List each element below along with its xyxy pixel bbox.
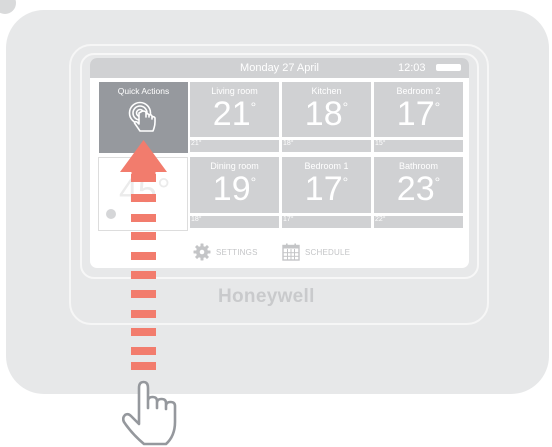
thermostat-illustration: Monday 27 April 12:03 Quick Actions Livi… [0, 0, 552, 447]
touch-icon [128, 101, 156, 132]
zone-tile-kitchen[interactable]: Kitchen 18° [282, 82, 371, 137]
zone-tile-living-room[interactable]: Living room 21° [190, 82, 279, 137]
zone-tile-bedroom-2[interactable]: Bedroom 2 17° [374, 82, 463, 137]
battery-icon [436, 64, 461, 71]
zone-temperature: 19° [212, 170, 257, 208]
zone-setpoint-strip: 18° [282, 140, 371, 152]
quick-actions-label: Quick Actions [117, 86, 170, 96]
settings-label: SETTINGS [216, 247, 258, 257]
zone-setpoint: 17° [283, 216, 294, 223]
zone-setpoint: 18° [191, 216, 202, 223]
zone-setpoint-strip: 22° [374, 216, 463, 228]
zone-setpoint: 21° [191, 140, 202, 147]
arrow-up-icon [120, 140, 167, 174]
zone-temperature: 23° [396, 170, 441, 208]
zone-temperature: 21° [212, 95, 257, 133]
zone-temperature: 17° [396, 95, 441, 133]
zone-tile-bedroom-1[interactable]: Bedroom 1 17° [282, 157, 371, 213]
zone-setpoint-strip: 17° [282, 216, 371, 228]
status-time: 12:03 [398, 62, 426, 74]
zone-setpoint: 18° [283, 140, 294, 147]
indicator-dot [106, 209, 116, 219]
zone-temperature: 17° [304, 170, 349, 208]
zone-setpoint: 22° [375, 216, 386, 223]
arrow-dash [131, 290, 156, 298]
arrow-dash [131, 252, 156, 260]
zone-tile-bathroom[interactable]: Bathroom 23° [374, 157, 463, 213]
status-bar: Monday 27 April 12:03 [90, 58, 469, 78]
zone-tile-dining-room[interactable]: Dining room 19° [190, 157, 279, 213]
arrow-dash [131, 194, 156, 202]
settings-button[interactable]: SETTINGS [193, 243, 258, 261]
schedule-button[interactable]: SCHEDULE [282, 243, 350, 261]
hand-pointer-icon [122, 380, 177, 446]
gear-icon [193, 243, 211, 261]
corner-dot [0, 0, 16, 14]
zone-setpoint-strip: 18° [190, 216, 279, 228]
zone-temperature: 18° [304, 95, 349, 133]
schedule-label: SCHEDULE [305, 247, 351, 257]
zone-setpoint: 15° [375, 140, 386, 147]
arrow-dash [131, 328, 156, 336]
arrow-dash [131, 271, 156, 279]
arrow-dash [131, 362, 156, 370]
zone-setpoint-strip: 21° [190, 140, 279, 152]
arrow-dash [131, 174, 156, 182]
arrow-dash [131, 232, 156, 240]
calendar-icon [282, 243, 300, 261]
brand-logo: Honeywell [218, 286, 315, 307]
arrow-dash [131, 347, 156, 355]
arrow-dash [131, 214, 156, 222]
zone-setpoint-strip: 15° [374, 140, 463, 152]
arrow-dash [131, 310, 156, 318]
